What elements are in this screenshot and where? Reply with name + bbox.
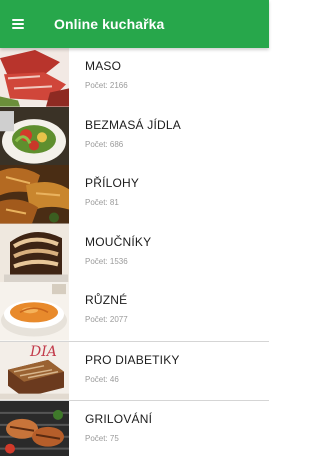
vegetarian-dish-image (0, 106, 69, 166)
category-list[interactable]: MASO Počet: 2166 BEZMASÁ JÍDLA Počet: 68… (0, 48, 269, 456)
category-count: Počet: 75 (85, 433, 119, 443)
category-name: PŘÍLOHY (85, 176, 140, 191)
category-item-prilohy[interactable]: PŘÍLOHY Počet: 81 (0, 165, 269, 224)
category-name: MASO (85, 59, 122, 73)
category-name: MOUČNÍKY (85, 234, 152, 249)
category-count: Počet: 81 (85, 198, 119, 208)
category-name: GRILOVÁNÍ (85, 411, 153, 426)
category-item-pro-diabetiky[interactable]: DIA PRO DIABETIKY Počet: 46 (0, 340, 269, 400)
svg-text:DIA: DIA (29, 344, 57, 360)
category-name: BEZMASÁ JÍDLA (85, 117, 181, 132)
category-count: Počet: 1536 (85, 256, 128, 266)
menu-button[interactable] (12, 0, 42, 48)
grill-image (0, 400, 69, 456)
app-toolbar: Online kuchařka (0, 0, 269, 48)
category-count: Počet: 2077 (85, 315, 128, 325)
category-item-maso[interactable]: MASO Počet: 2166 (0, 48, 269, 107)
category-count: Počet: 2166 (85, 81, 128, 90)
category-name: RŮZNÉ (85, 293, 128, 308)
diabetic-dessert-image: DIA (0, 341, 69, 400)
category-item-ruzne[interactable]: RŮZNÉ Počet: 2077 (0, 282, 269, 341)
category-item-bezmasa-jidla[interactable]: BEZMASÁ JÍDLA Počet: 686 (0, 106, 269, 166)
meat-image (0, 48, 69, 107)
category-count: Počet: 46 (85, 374, 119, 384)
category-count: Počet: 686 (85, 139, 124, 149)
soup-image (0, 282, 69, 341)
category-name: PRO DIABETIKY (85, 352, 180, 367)
hamburger-menu-icon (12, 19, 24, 29)
category-item-moucniky[interactable]: MOUČNÍKY Počet: 1536 (0, 223, 269, 283)
category-item-grilovani[interactable]: GRILOVÁNÍ Počet: 75 (0, 399, 269, 456)
app-title: Online kuchařka (54, 16, 165, 32)
side-dish-image (0, 165, 69, 224)
dessert-image (0, 223, 69, 283)
